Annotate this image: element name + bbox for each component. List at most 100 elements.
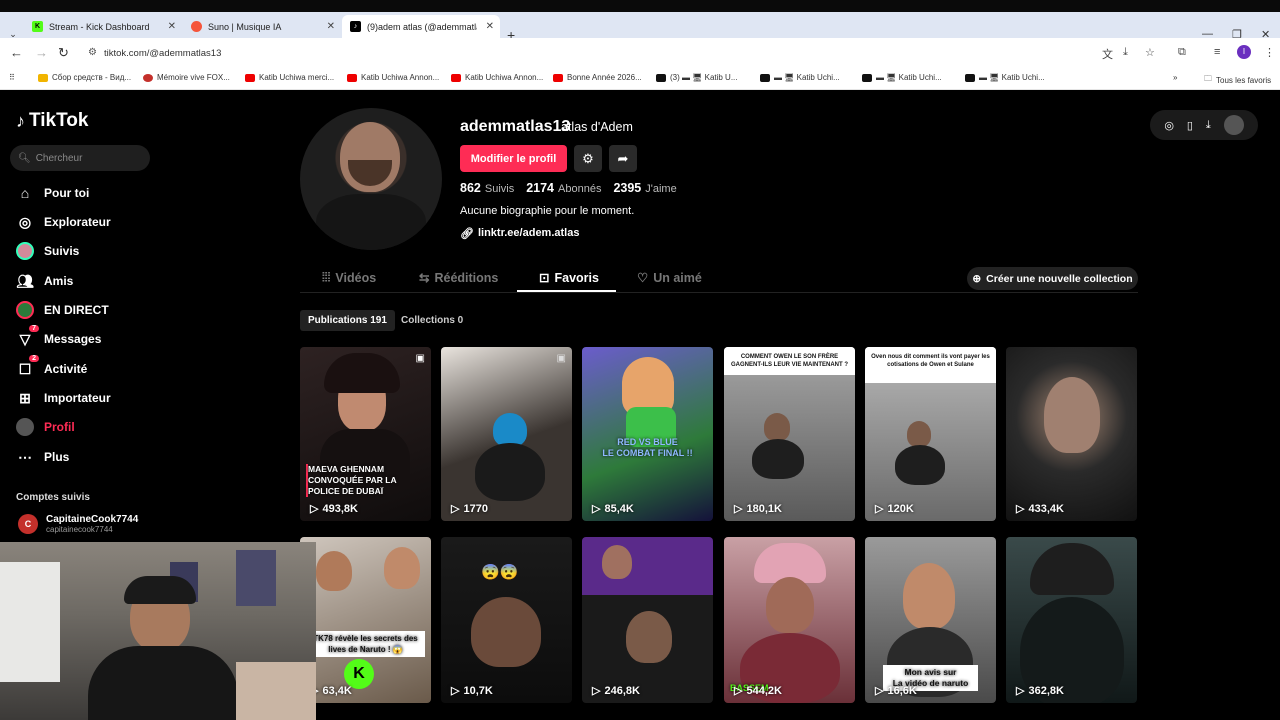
home-icon: ⌂ [20,185,30,201]
reload-icon[interactable]: ↻ [58,45,69,61]
extensions-icon[interactable]: ⧉ [1178,46,1186,59]
video-card[interactable]: TK78 révèle les secrets des lives de Nar… [300,537,431,703]
browser-tab-tiktok[interactable]: ♪ (9)adem atlas (@ademmatlas13) | ... ✕ [342,15,500,38]
image-post-icon: ▣ [415,353,425,364]
profile-icon[interactable]: I [1237,45,1251,59]
brand-name: TikTok [29,110,89,131]
nav-pour-toi[interactable]: ⌂ Pour toi [16,184,90,202]
nav-amis[interactable]: 👥︎ Amis [16,272,73,290]
kick-icon: K [32,21,43,32]
bookmark-item[interactable]: Katib Uchiwa Annon... [451,73,543,82]
view-count: ▷ 10,7K [451,684,493,698]
stat-following[interactable]: 862 Suivis [460,181,514,195]
video-card[interactable]: Mon avis sur La vidéo de naruto ▷ 16,6K [865,537,996,703]
tiktok-logo[interactable]: ♪ TikTok [16,110,88,132]
share-button[interactable]: ➦ [609,145,637,172]
bookmark-item[interactable]: Сбор средств - Вид... [38,73,131,82]
bookmark-item[interactable]: ▬ 🖥 Katib Uchi... [862,73,942,82]
compass-icon[interactable]: ◎ [1164,119,1174,132]
bookmark-item[interactable]: Katib Uchiwa Annon... [347,73,439,82]
bookmark-item[interactable]: Bonne Année 2026... [553,73,642,82]
followed-account-item[interactable]: C CapitaineCook7744 capitainecook7744 [18,514,138,534]
view-count: ▷ 1770 [451,502,488,516]
compass-icon: ◎ [18,213,32,230]
browser-tab-suno[interactable]: Suno | Musique IA ✕ [183,15,341,38]
all-bookmarks[interactable]: 🗀 Tous les favoris [1204,73,1271,87]
back-icon[interactable]: ← [10,45,23,60]
view-count: ▷ 544,2K [734,684,782,698]
search-input[interactable]: 🔍︎ Chercheur [10,145,150,171]
image-post-icon: ▣ [556,353,566,364]
messages-icon: ▽ 7 [16,325,39,348]
wall-poster [236,550,276,606]
menu-icon[interactable]: ⋮ [1264,46,1275,59]
video-card[interactable]: ▣ ▷ 1770 [441,347,572,521]
phone-icon[interactable]: ▯ [1187,119,1193,132]
apps-icon[interactable]: ⠿ [9,73,15,82]
video-card[interactable]: ▣ MAEVA GHENNAM CONVOQUÉE PAR LA POLICE … [300,347,431,521]
close-icon[interactable]: ✕ [486,21,494,32]
nav-en-direct[interactable]: EN DIRECT [16,301,109,319]
close-icon[interactable]: ✕ [327,21,335,32]
video-card[interactable]: Oven nous dit comment ils vont payer les… [865,347,996,521]
bookmark-item[interactable]: Katib Uchiwa merci... [245,73,334,82]
video-card[interactable]: ▷ 433,4K [1006,347,1137,521]
nav-explorateur[interactable]: ◎ Explorateur [16,213,111,231]
tab-videos[interactable]: ⦙⦙⦙ Vidéos [322,270,376,285]
video-card[interactable]: RED VS BLUE LE COMBAT FINAL !! ▷ 85,4K [582,347,713,521]
install-icon[interactable]: ⤓ [1123,46,1128,59]
settings-button[interactable]: ⚙ [574,145,602,172]
more-bookmarks-icon[interactable]: » [1173,73,1177,82]
bookmark-item[interactable]: (3) ▬ 🖥 Katib U... [656,73,738,82]
close-icon[interactable]: ✕ [168,21,176,32]
screen-top-strip [0,0,1280,12]
play-icon: ▷ [875,503,884,515]
translate-icon[interactable]: 文 [1102,46,1113,62]
browser-tab-kick[interactable]: K Stream - Kick Dashboard ✕ [24,15,182,38]
video-card[interactable]: BASSEM ▷ 544,2K [724,537,855,703]
nav-messages[interactable]: ▽ 7 Messages [16,325,101,348]
video-card[interactable]: 😨😨 ▷ 10,7K [441,537,572,703]
play-icon: ▷ [875,685,884,697]
subtab-collections[interactable]: Collections 0 [393,310,471,331]
video-caption: TK78 révèle les secrets des lives de Nar… [306,631,425,657]
subtab-publications[interactable]: Publications 191 [300,310,395,331]
site-info-icon[interactable]: ⚙ [88,47,97,58]
profile-avatar [16,418,34,436]
bookmark-item[interactable]: Mémoire vive FOX... [143,73,230,82]
nav-profil[interactable]: Profil [16,418,75,436]
play-icon: ▷ [1016,685,1025,697]
url-field[interactable]: ⚙ tiktok.com/@ademmatlas13 [80,42,1120,64]
user-avatar[interactable] [1223,115,1244,135]
create-collection-button[interactable]: ⊕ Créer une nouvelle collection [967,267,1138,290]
nav-plus[interactable]: ⋯ Plus [16,448,69,466]
video-caption: RED VS BLUE LE COMBAT FINAL !! [602,437,693,458]
tab-favoris[interactable]: ⊡ Favoris [539,270,599,286]
fridge [0,562,60,682]
profile-avatar-large[interactable] [300,108,442,250]
nav-activite[interactable]: ☐ 2 Activité [16,355,87,378]
bookmark-item[interactable]: ▬ 🖥 Katib Uchi... [965,73,1045,82]
play-icon: ▷ [592,685,601,697]
download-icon[interactable]: ⤓ [1206,119,1211,132]
video-card[interactable]: COMMENT OWEN LE SON FRÈRE GAGNENT-ILS LE… [724,347,855,521]
bookmark-item[interactable]: ▬ 🖥 Katib Uchi... [760,73,840,82]
forward-icon[interactable]: → [35,45,48,60]
activity-icon: ☐ 2 [16,355,39,378]
stat-followers[interactable]: 2174 Abonnés [526,181,601,195]
star-icon[interactable]: ☆ [1145,46,1155,59]
media-icon[interactable]: ≡ [1214,46,1220,58]
followed-accounts-title: Comptes suivis [16,492,90,503]
upload-icon: ⊞ [19,389,31,406]
nav-importateur[interactable]: ⊞ Importateur [16,389,111,407]
webcam-overlay [0,542,316,720]
video-card[interactable]: ▷ 246,8K [582,537,713,703]
scared-emoji: 😨😨 [481,564,519,581]
tab-un-aime[interactable]: ♡ Un aimé [637,270,702,286]
profile-link[interactable]: 🔗︎ linktr.ee/adem.atlas [460,227,579,240]
nav-suivis[interactable]: Suivis [16,242,79,260]
view-count: ▷ 246,8K [592,684,640,698]
edit-profile-button[interactable]: Modifier le profil [460,145,567,172]
video-card[interactable]: ▷ 362,8K [1006,537,1137,703]
tab-reeditions[interactable]: ⇆ Rééditions [419,270,498,286]
